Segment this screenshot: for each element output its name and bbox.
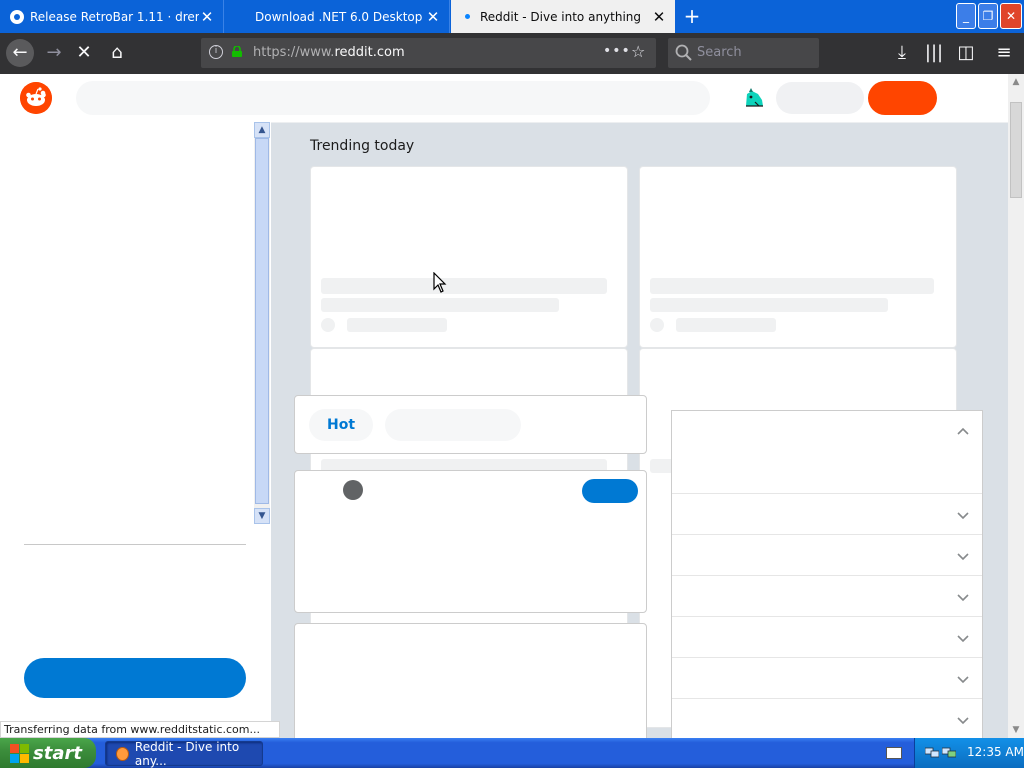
skeleton-line <box>650 278 934 294</box>
hamburger-menu-icon[interactable]: ≡ <box>990 39 1018 67</box>
close-window-button[interactable]: ✕ <box>1000 3 1022 29</box>
mouse-cursor-icon <box>433 272 447 293</box>
url-bar[interactable]: i https://www.reddit.com ••• ☆ <box>201 38 656 68</box>
page-actions-icon[interactable]: ••• <box>603 43 631 59</box>
accordion-item[interactable] <box>672 698 982 738</box>
back-arrow-icon[interactable]: ← <box>6 39 34 67</box>
home-icon[interactable]: ⌂ <box>103 39 131 67</box>
accordion-item[interactable] <box>672 534 982 576</box>
skeleton-line <box>676 318 776 332</box>
skeleton-line <box>321 278 607 294</box>
tab-title: Release RetroBar 1.11 · dremin/R <box>30 9 199 24</box>
snoo-mascot-icon <box>746 88 763 107</box>
page-scrollbar[interactable]: ▲ ▼ <box>1008 74 1024 738</box>
login-button-skeleton[interactable] <box>776 82 864 114</box>
browser-tab-bar: Release RetroBar 1.11 · dremin/R ✕ Downl… <box>0 0 1024 33</box>
trending-card[interactable] <box>310 166 628 348</box>
taskbar-window-button[interactable]: Reddit - Dive into any... <box>105 739 263 768</box>
skeleton-line <box>321 298 559 312</box>
scrollbar-thumb[interactable] <box>1010 102 1022 198</box>
sort-options-skeleton[interactable] <box>385 409 521 441</box>
join-button[interactable] <box>582 479 638 503</box>
windows-logo-icon <box>10 744 29 763</box>
chevron-down-icon <box>957 553 969 561</box>
subreddit-avatar[interactable] <box>343 480 363 500</box>
system-tray: 12:35 AM <box>914 738 1024 768</box>
star-icon[interactable]: ☆ <box>631 42 645 61</box>
status-text: Transferring data from www.redditstatic.… <box>0 721 280 738</box>
search-input[interactable]: Search <box>668 38 819 68</box>
scroll-up-arrow-icon[interactable]: ▲ <box>1008 74 1024 90</box>
left-sidebar-scrollbar[interactable]: ▲ ▼ <box>254 122 270 524</box>
chevron-down-icon <box>957 676 969 684</box>
start-button[interactable]: start <box>0 738 96 768</box>
tab-title: Download .NET 6.0 Desktop Runti <box>255 9 425 24</box>
scroll-up-arrow-icon[interactable]: ▲ <box>254 122 270 138</box>
accordion-item[interactable] <box>672 616 982 658</box>
chevron-down-icon <box>957 512 969 520</box>
chevron-down-icon <box>957 594 969 602</box>
trending-title: Trending today <box>310 138 415 154</box>
post-card[interactable] <box>294 623 647 738</box>
github-icon <box>10 9 24 24</box>
close-icon[interactable]: ✕ <box>651 8 667 26</box>
minimize-button[interactable]: _ <box>956 3 976 29</box>
scroll-down-arrow-icon[interactable]: ▼ <box>254 508 270 524</box>
get-app-button[interactable] <box>868 81 937 115</box>
navigation-toolbar: ← → ✕ ⌂ i https://www.reddit.com ••• ☆ S… <box>0 33 1024 74</box>
accordion-item[interactable] <box>672 493 982 535</box>
sort-bar: Hot <box>294 395 647 454</box>
tab-title: Reddit - Dive into anything <box>480 9 642 24</box>
trending-card[interactable] <box>639 166 957 348</box>
chevron-down-icon <box>957 717 969 725</box>
reddit-logo-icon[interactable] <box>20 82 52 114</box>
skeleton-avatar <box>321 318 335 332</box>
restore-button[interactable]: ❐ <box>978 3 998 29</box>
info-icon[interactable]: i <box>209 45 223 59</box>
new-tab-button[interactable]: + <box>682 4 702 28</box>
stop-loading-icon[interactable]: ✕ <box>70 39 98 67</box>
skeleton-line <box>347 318 447 332</box>
sort-hot-button[interactable]: Hot <box>309 409 373 441</box>
network-icon[interactable] <box>925 746 939 758</box>
reddit-header <box>0 74 1008 123</box>
chevron-up-icon[interactable] <box>956 425 970 439</box>
lock-icon <box>232 46 242 57</box>
loading-icon <box>465 14 470 19</box>
clock[interactable]: 12:35 AM <box>967 745 1024 759</box>
firefox-icon <box>116 746 129 761</box>
network-icon[interactable] <box>942 746 956 758</box>
download-icon[interactable]: ⤓ <box>888 39 916 67</box>
left-sidebar <box>0 122 271 738</box>
url-text[interactable]: https://www.reddit.com <box>253 45 405 60</box>
windows-taskbar: start Reddit - Dive into any... 12:35 AM <box>0 738 1024 768</box>
skeleton-line <box>650 298 888 312</box>
taskbar-window-label: Reddit - Dive into any... <box>134 739 240 768</box>
skeleton-avatar <box>650 318 664 332</box>
search-icon <box>675 44 692 61</box>
web-page: ▲ ▼ Trending today Hot <box>0 74 1008 738</box>
library-icon[interactable]: ||| <box>920 39 948 67</box>
divider <box>24 544 246 545</box>
start-label: start <box>33 742 82 764</box>
right-sidebar-accordion <box>671 410 983 738</box>
scrollbar-thumb[interactable] <box>255 138 269 504</box>
accordion-item[interactable] <box>672 575 982 617</box>
sidebar-action-button[interactable] <box>24 658 246 698</box>
close-icon[interactable]: ✕ <box>425 8 441 26</box>
forward-arrow-icon[interactable]: → <box>40 39 68 67</box>
keyboard-icon[interactable] <box>886 747 902 759</box>
tab-retrobar[interactable]: Release RetroBar 1.11 · dremin/R ✕ <box>0 0 224 33</box>
post-card[interactable] <box>294 470 647 613</box>
scroll-down-arrow-icon[interactable]: ▼ <box>1008 722 1024 738</box>
tab-reddit[interactable]: Reddit - Dive into anything ✕ <box>451 0 675 33</box>
tab-dotnet[interactable]: Download .NET 6.0 Desktop Runti ✕ <box>225 0 450 33</box>
accordion-item[interactable] <box>672 657 982 699</box>
reddit-search-skeleton[interactable] <box>76 81 710 115</box>
chevron-down-icon <box>957 635 969 643</box>
sidebar-icon[interactable]: ◫ <box>952 39 980 67</box>
close-icon[interactable]: ✕ <box>199 8 215 26</box>
search-placeholder: Search <box>697 45 742 60</box>
